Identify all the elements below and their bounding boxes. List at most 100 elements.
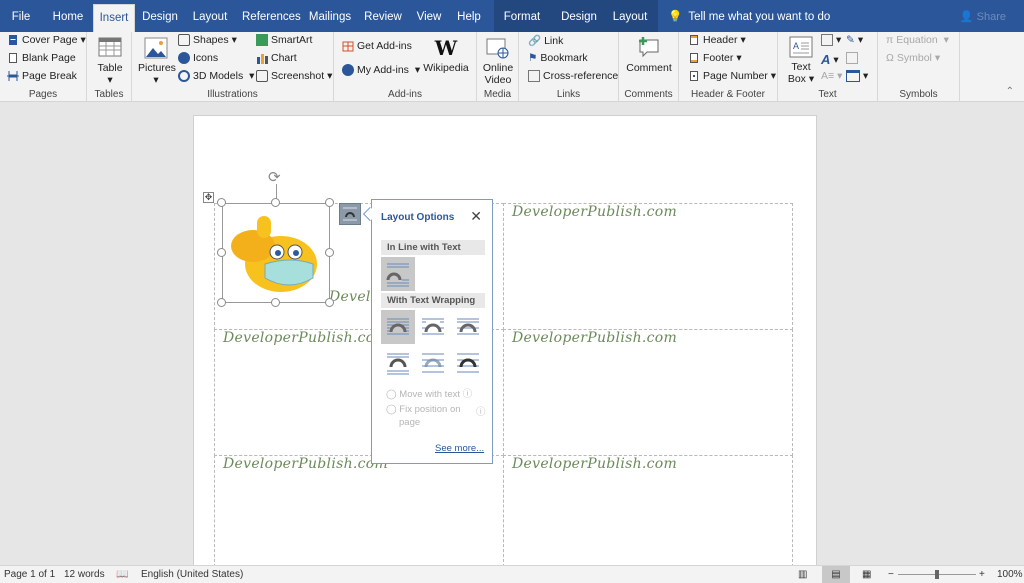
object-button[interactable]: ▾ (846, 70, 868, 82)
resize-handle[interactable] (217, 198, 226, 207)
tab-file[interactable]: File (6, 4, 36, 32)
zoom-level[interactable]: 100% (997, 569, 1023, 580)
wikipedia-button[interactable]: W Wikipedia (422, 36, 470, 74)
info-icon: ⓘ (462, 389, 473, 400)
get-addins-label: Get Add-ins (357, 40, 412, 52)
online-video-button[interactable]: Online Video (481, 36, 515, 86)
bookmark-button[interactable]: ⚑ Bookmark (528, 52, 588, 64)
web-layout-icon[interactable]: ▦ (862, 569, 871, 580)
icons-button[interactable]: Icons (178, 52, 218, 64)
pictures-button[interactable]: Pictures ▾ (138, 36, 176, 86)
page-number-button[interactable]: Page Number ▾ (688, 70, 776, 82)
symbol-label: Symbol (896, 52, 932, 64)
resize-handle[interactable] (325, 198, 334, 207)
page-count[interactable]: Page 1 of 1 (4, 569, 55, 580)
wikipedia-label: Wikipedia (423, 62, 469, 74)
my-addins-button[interactable]: My Add-ins ▾ (342, 64, 420, 76)
wrap-option-through[interactable] (451, 310, 485, 344)
shapes-label: Shapes (193, 34, 229, 46)
table-cell[interactable] (503, 329, 793, 456)
signature-line-button[interactable]: ✎ ▾ (846, 34, 863, 46)
wrap-option-top-bottom[interactable] (381, 345, 415, 379)
symbol-button[interactable]: Ω Symbol ▾ (886, 52, 940, 64)
cross-reference-label: Cross-reference (543, 70, 619, 82)
resize-handle[interactable] (271, 298, 280, 307)
chart-button[interactable]: Chart (256, 52, 297, 64)
tab-layout[interactable]: Layout (190, 4, 230, 32)
close-icon[interactable]: ✕ (470, 208, 482, 225)
link-button[interactable]: 🔗 Link (528, 34, 563, 48)
group-label-links: Links (556, 89, 581, 100)
tab-table-design[interactable]: Design (560, 4, 598, 32)
proofing-icon[interactable]: 📖 (116, 569, 128, 580)
table-move-handle-icon[interactable]: ✥ (203, 192, 214, 203)
see-more-link[interactable]: See more... (435, 443, 484, 454)
tab-review[interactable]: Review (364, 4, 402, 32)
language-indicator[interactable]: English (United States) (141, 569, 243, 580)
text-box-button[interactable]: A Text Box ▾ (786, 35, 816, 85)
screenshot-button[interactable]: Screenshot ▾ (256, 70, 332, 82)
equation-button[interactable]: π Equation ▾ (886, 34, 949, 46)
smartart-button[interactable]: SmartArt (256, 34, 312, 46)
header-label: Header (703, 34, 738, 46)
get-addins-button[interactable]: Get Add-ins (342, 40, 412, 52)
tab-help[interactable]: Help (455, 4, 483, 32)
wrap-option-in-front[interactable] (451, 345, 485, 379)
table-button[interactable]: Table ▾ (95, 36, 125, 86)
table-dropdown-arrow: ▾ (107, 74, 113, 86)
selected-image[interactable] (222, 203, 330, 303)
tab-picture-format[interactable]: Format (502, 4, 542, 32)
wrap-option-tight[interactable] (416, 310, 450, 344)
tab-design[interactable]: Design (140, 4, 180, 32)
table-cell[interactable] (503, 203, 793, 330)
cross-reference-button[interactable]: Cross-reference (528, 70, 618, 82)
cover-page-button[interactable]: Cover Page ▾ (7, 34, 86, 46)
tab-home[interactable]: Home (48, 4, 88, 32)
resize-handle[interactable] (325, 248, 334, 257)
blank-page-button[interactable]: Blank Page (7, 52, 76, 64)
quick-parts-icon (821, 34, 833, 46)
zoom-out-button[interactable]: − (888, 569, 894, 580)
wrap-option-inline[interactable] (381, 257, 415, 291)
cross-reference-icon (528, 70, 540, 82)
resize-handle[interactable] (325, 298, 334, 307)
move-with-text-radio[interactable]: ◯ Move with text ⓘ (386, 386, 472, 400)
zoom-slider-thumb[interactable] (935, 570, 939, 579)
icons-icon (178, 52, 190, 64)
pictures-dropdown-arrow: ▾ (153, 74, 159, 86)
comment-button[interactable]: Comment (625, 36, 673, 74)
layout-options-button[interactable] (339, 203, 361, 225)
3d-models-button[interactable]: 3D Models ▾ (178, 70, 254, 82)
collapse-ribbon-icon[interactable]: ⌃ (1006, 86, 1014, 97)
tell-me-search[interactable]: 💡 Tell me what you want to do (668, 4, 830, 30)
zoom-in-button[interactable]: + (979, 569, 985, 580)
header-icon (690, 35, 698, 45)
date-time-button[interactable] (846, 52, 858, 64)
fix-position-radio[interactable]: ◯ Fix position on (386, 404, 461, 415)
tab-view[interactable]: View (414, 4, 444, 32)
header-button[interactable]: Header ▾ (688, 34, 746, 46)
share-button[interactable]: 👤 Share (960, 4, 1006, 30)
word-count[interactable]: 12 words (64, 569, 105, 580)
tab-insert[interactable]: Insert (93, 4, 135, 32)
tab-mailings[interactable]: Mailings (308, 4, 352, 32)
print-layout-icon[interactable]: ▤ (822, 566, 850, 583)
resize-handle[interactable] (217, 248, 226, 257)
tab-references[interactable]: References (242, 4, 301, 32)
resize-handle[interactable] (271, 198, 280, 207)
shapes-button[interactable]: Shapes ▾ (178, 34, 237, 46)
quick-parts-button[interactable]: ▾ (821, 34, 841, 46)
group-header-footer: Header ▾ Footer ▾ Page Number ▾ Header &… (679, 32, 778, 102)
wordart-button[interactable]: A ▾ (821, 52, 839, 67)
drop-cap-button[interactable]: A≡ ▾ (821, 70, 842, 82)
comment-icon (639, 37, 659, 58)
footer-button[interactable]: Footer ▾ (688, 52, 742, 64)
blank-page-icon (9, 53, 17, 63)
resize-handle[interactable] (217, 298, 226, 307)
rotate-handle-icon[interactable]: ⟳ (268, 168, 281, 186)
wrap-option-behind-text[interactable] (416, 345, 450, 379)
page-break-button[interactable]: Page Break (7, 70, 77, 82)
read-mode-icon[interactable]: ▥ (798, 569, 807, 580)
wrap-option-square[interactable] (381, 310, 415, 344)
tab-table-layout[interactable]: Layout (612, 4, 648, 32)
